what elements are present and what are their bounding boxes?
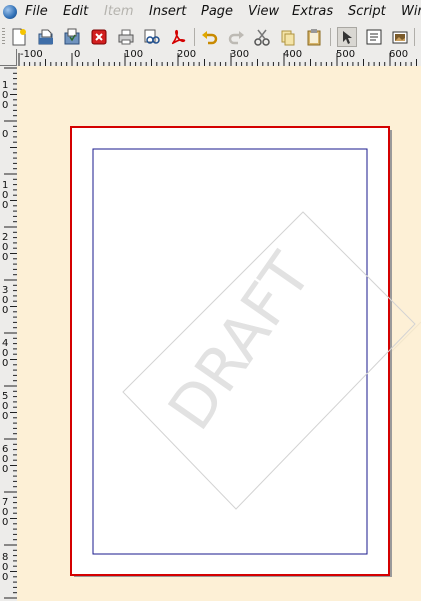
ruler-label: 200 xyxy=(177,49,197,60)
toolbar xyxy=(0,25,421,50)
open-icon[interactable] xyxy=(36,27,56,47)
undo-icon[interactable] xyxy=(200,27,220,47)
menu-edit[interactable]: Edit xyxy=(63,4,88,19)
text-frame-icon[interactable] xyxy=(364,27,384,47)
image-frame-icon[interactable] xyxy=(390,27,410,47)
app-logo-icon[interactable] xyxy=(3,5,17,19)
ruler-label: 400 xyxy=(2,338,9,369)
ruler-label: 600 xyxy=(2,444,9,475)
copy-icon[interactable] xyxy=(278,27,298,47)
menu-script[interactable]: Script xyxy=(348,4,386,19)
ruler-label: 0 xyxy=(2,129,9,140)
ruler-label: 500 xyxy=(336,49,356,60)
close-document-icon[interactable] xyxy=(89,27,109,47)
menu-extras[interactable]: Extras xyxy=(292,4,333,19)
toolbar-separator xyxy=(194,28,195,46)
menu-file[interactable]: File xyxy=(25,4,48,19)
select-icon[interactable] xyxy=(337,27,357,47)
vertical-ruler[interactable]: 100 0 100 200 300 400 500 600 700 800 xyxy=(0,66,18,601)
redo-icon[interactable] xyxy=(226,27,246,47)
ruler-corner[interactable] xyxy=(0,49,17,66)
ruler-label: 500 xyxy=(2,391,9,422)
menu-page[interactable]: Page xyxy=(201,4,233,19)
new-document-icon[interactable] xyxy=(9,27,29,47)
ruler-label: 200 xyxy=(2,232,9,263)
horizontal-ruler[interactable]: -100 0 100 200 300 400 500 600 xyxy=(17,49,421,67)
ruler-label: 700 xyxy=(2,497,9,528)
ruler-label: 100 xyxy=(2,80,9,111)
ruler-label: 400 xyxy=(283,49,303,60)
document-canvas[interactable]: DRAFT xyxy=(17,66,421,601)
menu-item[interactable]: Item xyxy=(104,4,134,19)
print-icon[interactable] xyxy=(116,27,136,47)
menu-windows[interactable]: Win xyxy=(401,4,421,19)
ruler-label: 600 xyxy=(389,49,409,60)
ruler-label: -100 xyxy=(20,49,43,60)
menu-view[interactable]: View xyxy=(248,4,279,19)
cut-icon[interactable] xyxy=(252,27,272,47)
menu-insert[interactable]: Insert xyxy=(149,4,186,19)
toolbar-separator xyxy=(414,28,415,46)
toolbar-grip[interactable] xyxy=(2,28,5,46)
export-pdf-icon[interactable] xyxy=(168,27,188,47)
ruler-label: 800 xyxy=(2,552,9,583)
save-icon[interactable] xyxy=(62,27,82,47)
menu-bar: File Edit Item Insert Page View Extras S… xyxy=(0,0,421,26)
paste-icon[interactable] xyxy=(304,27,324,47)
ruler-label: 300 xyxy=(2,285,9,316)
ruler-label: 300 xyxy=(230,49,250,60)
ruler-label: 100 xyxy=(124,49,144,60)
toolbar-separator xyxy=(330,28,331,46)
ruler-label: 100 xyxy=(2,180,9,211)
ruler-label: 0 xyxy=(74,49,81,60)
preflight-icon[interactable] xyxy=(142,27,162,47)
